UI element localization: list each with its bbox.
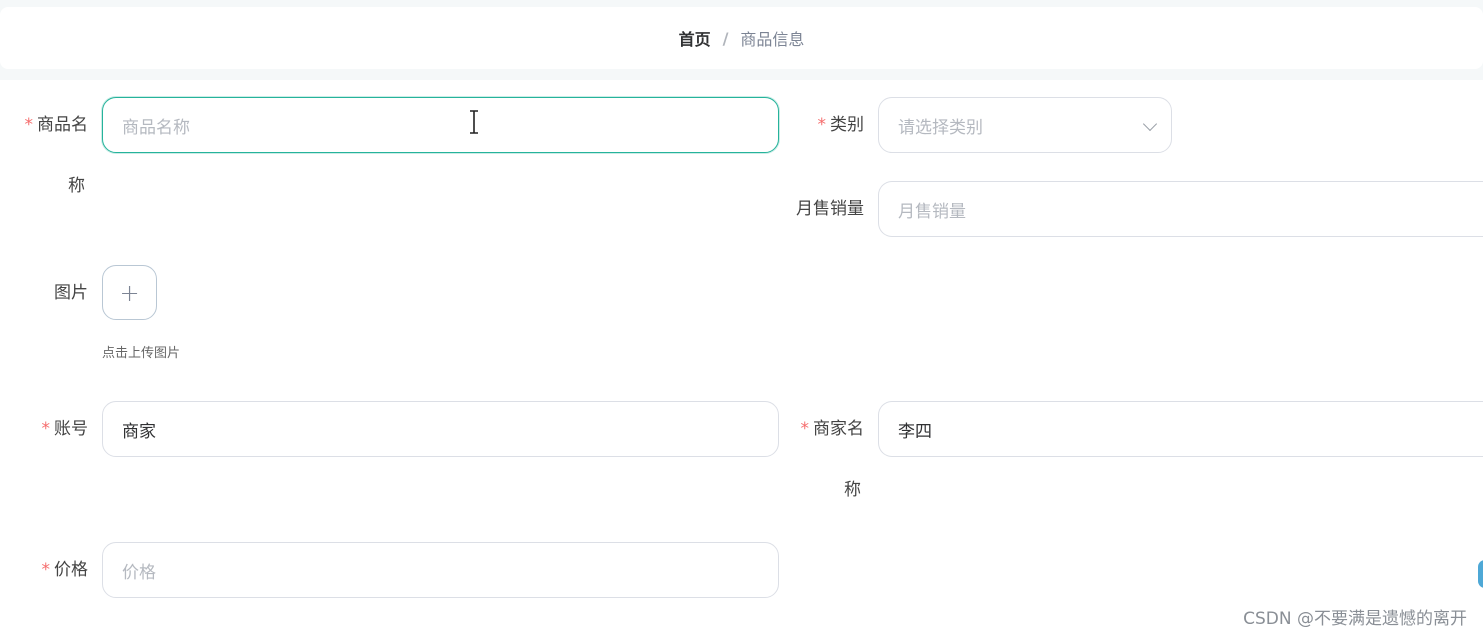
category-label: * 类别 — [790, 114, 865, 136]
price-placeholder: 价格 — [122, 562, 156, 583]
account-value: 商家 — [122, 421, 156, 442]
breadcrumb: 首页 / 商品信息 — [0, 7, 1483, 69]
product-name-input[interactable]: 商品名称 — [102, 97, 779, 153]
price-label: * 价格 — [18, 559, 89, 581]
category-label-text: 类别 — [830, 115, 864, 135]
required-mark: * — [41, 419, 51, 439]
account-input[interactable]: 商家 — [102, 401, 779, 457]
upload-hint: 点击上传图片 — [102, 346, 181, 361]
required-mark: * — [24, 115, 34, 135]
monthly-sales-input[interactable]: 月售销量 — [878, 181, 1483, 237]
breadcrumb-home[interactable]: 首页 — [679, 26, 711, 50]
merchant-name-label: * 商家名 — [780, 418, 865, 440]
merchant-name-input[interactable]: 李四 — [878, 401, 1483, 457]
merchant-name-value: 李四 — [898, 421, 932, 442]
image-label: 图片 — [54, 283, 88, 303]
account-label-text: 账号 — [54, 419, 88, 439]
price-label-text: 价格 — [54, 560, 88, 580]
account-label: * 账号 — [18, 418, 89, 440]
breadcrumb-current: 商品信息 — [740, 30, 805, 49]
plus-icon: + — [119, 278, 140, 307]
watermark: CSDN @不要满是遗憾的离开 — [1243, 609, 1467, 629]
required-mark: * — [817, 115, 827, 135]
merchant-name-label-text: 商家名 — [813, 419, 864, 439]
category-select[interactable]: 请选择类别 — [878, 97, 1172, 153]
price-input[interactable]: 价格 — [102, 542, 779, 598]
text-cursor-icon — [470, 110, 478, 134]
monthly-sales-placeholder: 月售销量 — [898, 201, 966, 222]
product-name-placeholder: 商品名称 — [122, 117, 190, 138]
chevron-down-icon — [1142, 116, 1158, 132]
upload-image-button[interactable]: + — [102, 265, 157, 320]
category-placeholder: 请选择类别 — [898, 117, 983, 138]
name-label-text: 商品名 — [37, 115, 88, 135]
required-mark: * — [800, 419, 810, 439]
monthly-sales-label: 月售销量 — [796, 199, 864, 219]
name-label-wrap: 称 — [68, 176, 85, 196]
breadcrumb-separator: / — [722, 28, 729, 48]
merchant-name-label-wrap: 称 — [844, 480, 861, 500]
required-mark: * — [41, 560, 51, 580]
floating-button-edge[interactable] — [1478, 560, 1483, 588]
name-label: * 商品名 — [18, 114, 89, 136]
